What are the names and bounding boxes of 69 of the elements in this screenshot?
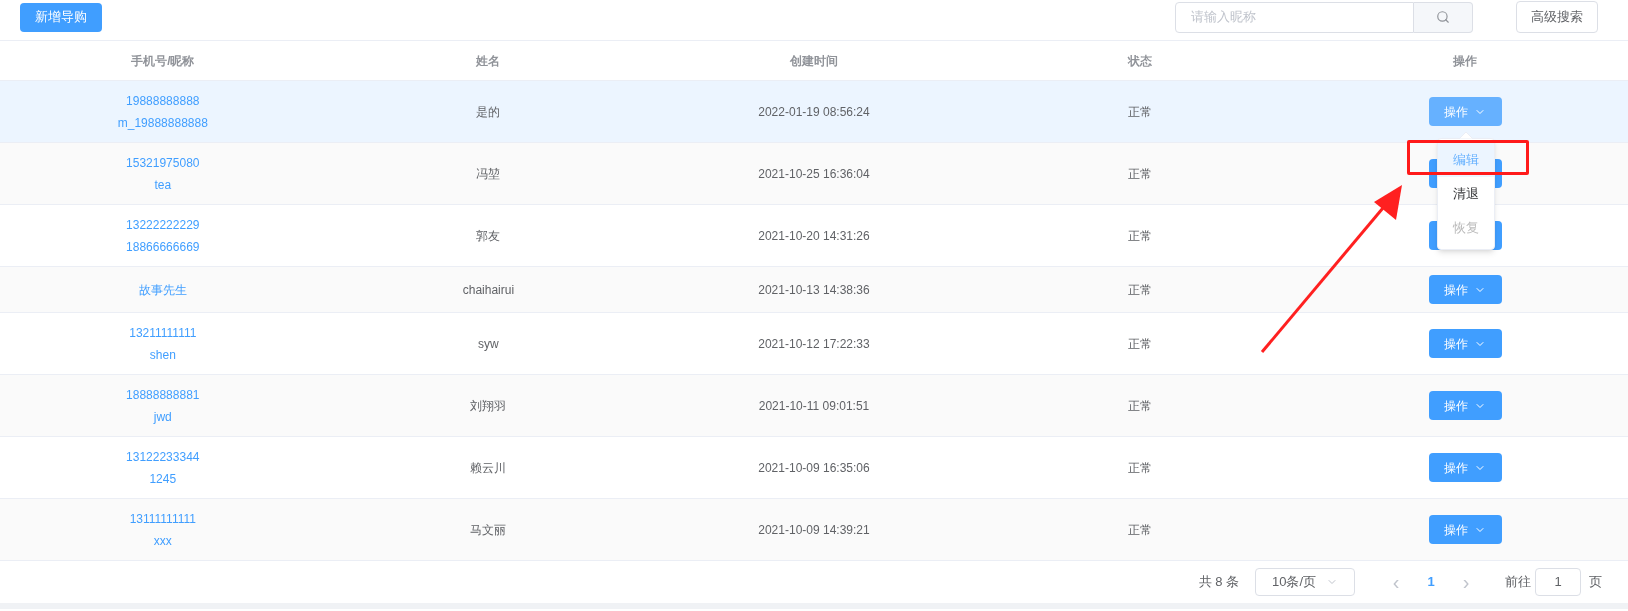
status-cell-text: 正常 [1127, 335, 1152, 353]
action-button[interactable]: 操作 [1428, 453, 1502, 482]
action-button[interactable]: 操作 [1428, 275, 1502, 304]
action-button[interactable]: 操作 [1428, 515, 1502, 544]
column-header: 创建时间 [790, 52, 838, 70]
name-cell-text: chaihairui [462, 281, 515, 299]
page-suffix: 页 [1589, 573, 1602, 592]
contact-link[interactable]: tea [154, 175, 172, 194]
contact-link[interactable]: 15321975080 [126, 153, 200, 172]
status-cell-text: 正常 [1127, 521, 1152, 539]
created-time-cell-text: 2022-01-19 08:56:24 [758, 103, 870, 121]
status-cell-text: 正常 [1127, 103, 1152, 121]
created-time-cell-text: 2021-10-13 14:38:36 [758, 281, 870, 299]
contact-link[interactable]: jwd [153, 407, 172, 426]
name-cell-text: syw [478, 335, 499, 353]
contact-link[interactable]: 18888888881 [126, 385, 200, 404]
column-header: 姓名 [476, 52, 501, 70]
table-row[interactable]: 故事先生 chaihairui 2021-10-13 14:38:36 正常 操作 [0, 267, 1628, 313]
add-button[interactable]: 新增导购 [20, 2, 102, 32]
page-number[interactable]: 1 [1411, 572, 1451, 592]
contact-link[interactable]: m_19888888888 [117, 113, 208, 132]
contact-link[interactable]: shen [149, 345, 176, 364]
menu-item[interactable]: 编辑 [1438, 143, 1494, 177]
contact-link[interactable]: 13111111111 [129, 509, 196, 528]
table-row[interactable]: 13111111111 xxx 马文丽 2021-10-09 14:39:21 正常 操作 [0, 499, 1628, 561]
page-input[interactable]: 1 [1535, 568, 1581, 596]
prev-page-button[interactable]: ‹ [1381, 567, 1411, 597]
created-time-cell-text: 2021-10-25 16:36:04 [758, 165, 870, 183]
contact-link[interactable]: 13222222229 [126, 215, 200, 234]
search-icon [1436, 10, 1450, 24]
contact-link[interactable]: 故事先生 [138, 280, 187, 299]
created-time-cell-text: 2021-10-09 14:39:21 [758, 521, 870, 539]
contact-link[interactable]: 18866666669 [126, 237, 200, 256]
table-row[interactable]: 18888888881 jwd 刘翔羽 2021-10-11 09:01:51 正常 操作 [0, 375, 1628, 437]
created-time-cell-text: 2021-10-11 09:01:51 [758, 397, 870, 415]
name-cell-text: 是的 [476, 103, 501, 121]
contact-link[interactable]: 1245 [149, 469, 177, 488]
next-page-button[interactable]: › [1451, 567, 1481, 597]
advanced-search-button[interactable]: 高级搜索 [1516, 1, 1598, 33]
name-cell-text: 赖云川 [470, 459, 507, 477]
table-row[interactable]: 19888888888 m_19888888888 是的 2022-01-19 08:56:24 正常 操作 [0, 81, 1628, 143]
name-cell-text: 马文丽 [470, 521, 507, 539]
column-header: 操作 [1453, 52, 1478, 70]
action-button[interactable]: 操作 [1428, 391, 1502, 420]
search-button[interactable] [1414, 1, 1473, 33]
contact-link[interactable]: 13211111111 [129, 323, 197, 342]
created-time-cell-text: 2021-10-09 16:35:06 [758, 459, 870, 477]
status-cell-text: 正常 [1127, 227, 1152, 245]
menu-item[interactable]: 清退 [1438, 177, 1494, 211]
goto-label: 前往 [1505, 573, 1531, 592]
created-time-cell-text: 2021-10-12 17:22:33 [758, 335, 870, 353]
search-field[interactable]: 请输入昵称 [1175, 1, 1414, 33]
name-cell-text: 刘翔羽 [470, 397, 507, 415]
column-header: 状态 [1127, 52, 1152, 70]
name-cell-text: 冯堃 [476, 165, 501, 183]
status-cell-text: 正常 [1127, 281, 1152, 299]
name-cell-text: 郭友 [476, 227, 501, 245]
status-cell-text: 正常 [1127, 397, 1152, 415]
status-cell-text: 正常 [1127, 165, 1152, 183]
action-button[interactable]: 操作 [1428, 329, 1502, 358]
status-cell-text: 正常 [1127, 459, 1152, 477]
column-header: 手机号/昵称 [131, 52, 195, 70]
created-time-cell-text: 2021-10-20 14:31:26 [758, 227, 870, 245]
total-count: 共 8 条 [1198, 573, 1239, 592]
contact-link[interactable]: xxx [153, 531, 172, 550]
page-size-select[interactable]: 10条/页 [1255, 568, 1355, 596]
contact-link[interactable]: 19888888888 [126, 91, 200, 110]
action-button[interactable]: 操作 [1428, 97, 1502, 126]
contact-link[interactable]: 13122233344 [126, 447, 200, 466]
